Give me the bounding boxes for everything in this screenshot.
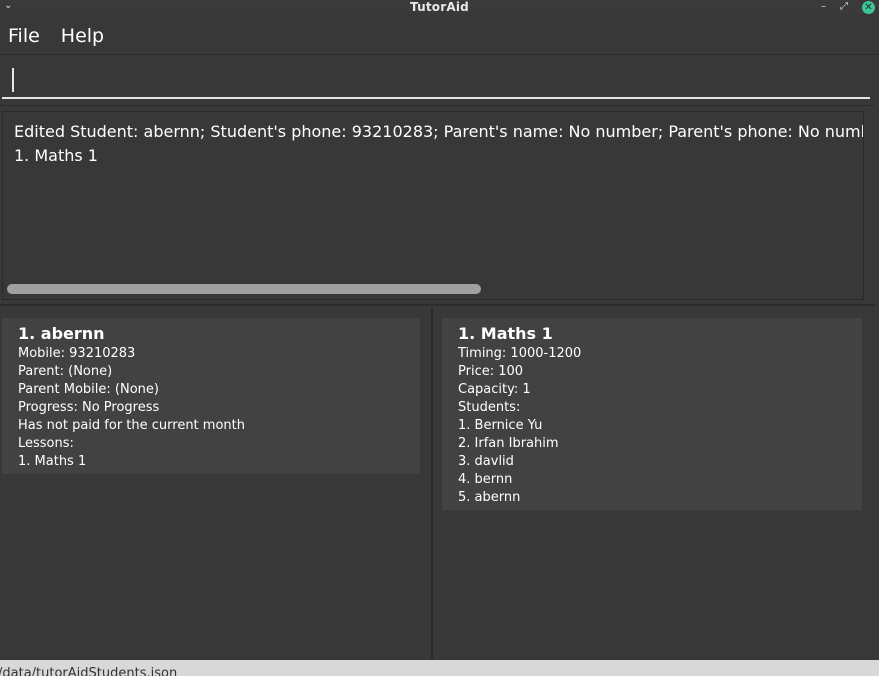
lesson-card[interactable]: 1. Maths 1 Timing: 1000-1200 Price: 100 … bbox=[442, 318, 862, 510]
menu-file[interactable]: File bbox=[0, 25, 47, 47]
command-box bbox=[0, 55, 875, 106]
student-lesson-item: 1. Maths 1 bbox=[18, 454, 87, 469]
pane-divider bbox=[0, 304, 875, 306]
lesson-list-panel: 1. Maths 1 Timing: 1000-1200 Price: 100 … bbox=[433, 307, 875, 659]
save-location: /data/tutorAidStudents.json bbox=[0, 666, 178, 676]
text-caret bbox=[12, 68, 14, 92]
horizontal-scrollbar[interactable] bbox=[7, 284, 481, 294]
result-line-2: 1. Maths 1 bbox=[14, 146, 98, 165]
lesson-title: 1. Maths 1 bbox=[458, 324, 553, 343]
lesson-capacity: Capacity: 1 bbox=[458, 382, 531, 397]
menu-help[interactable]: Help bbox=[53, 25, 111, 47]
window-title: TutorAid bbox=[410, 0, 469, 14]
minimize-icon[interactable]: – bbox=[821, 0, 826, 14]
chevron-down-icon[interactable]: ⌄ bbox=[4, 0, 12, 11]
lesson-student-item: 1. Bernice Yu bbox=[458, 418, 543, 433]
student-list-panel: 1. abernn Mobile: 93210283 Parent: (None… bbox=[0, 307, 431, 659]
command-input[interactable] bbox=[2, 63, 870, 99]
title-bar: ⌄ TutorAid – ⤢ ✕ bbox=[0, 0, 879, 14]
result-display: Edited Student: abernn; Student's phone:… bbox=[2, 111, 864, 300]
student-card[interactable]: 1. abernn Mobile: 93210283 Parent: (None… bbox=[2, 318, 420, 474]
menu-bar: File Help bbox=[0, 18, 879, 55]
student-mobile: Mobile: 93210283 bbox=[18, 346, 136, 361]
student-progress: Progress: No Progress bbox=[18, 400, 160, 415]
student-parent-mobile: Parent Mobile: (None) bbox=[18, 382, 159, 397]
student-name: 1. abernn bbox=[18, 324, 105, 343]
lesson-timing: Timing: 1000-1200 bbox=[458, 346, 582, 361]
lesson-price: Price: 100 bbox=[458, 364, 524, 379]
lesson-student-item: 3. davlid bbox=[458, 454, 514, 469]
restore-icon[interactable]: ⤢ bbox=[840, 0, 848, 14]
status-bar: /data/tutorAidStudents.json bbox=[0, 660, 879, 676]
result-line-1: Edited Student: abernn; Student's phone:… bbox=[14, 122, 864, 141]
student-payment: Has not paid for the current month bbox=[18, 418, 245, 433]
close-icon[interactable]: ✕ bbox=[862, 0, 875, 14]
lesson-student-item: 4. bernn bbox=[458, 472, 513, 487]
window-controls: – ⤢ ✕ bbox=[821, 0, 875, 14]
student-lessons-header: Lessons: bbox=[18, 436, 74, 451]
lesson-students-header: Students: bbox=[458, 400, 521, 415]
lesson-student-item: 5. abernn bbox=[458, 490, 521, 505]
lesson-student-item: 2. Irfan Ibrahim bbox=[458, 436, 559, 451]
student-parent: Parent: (None) bbox=[18, 364, 113, 379]
